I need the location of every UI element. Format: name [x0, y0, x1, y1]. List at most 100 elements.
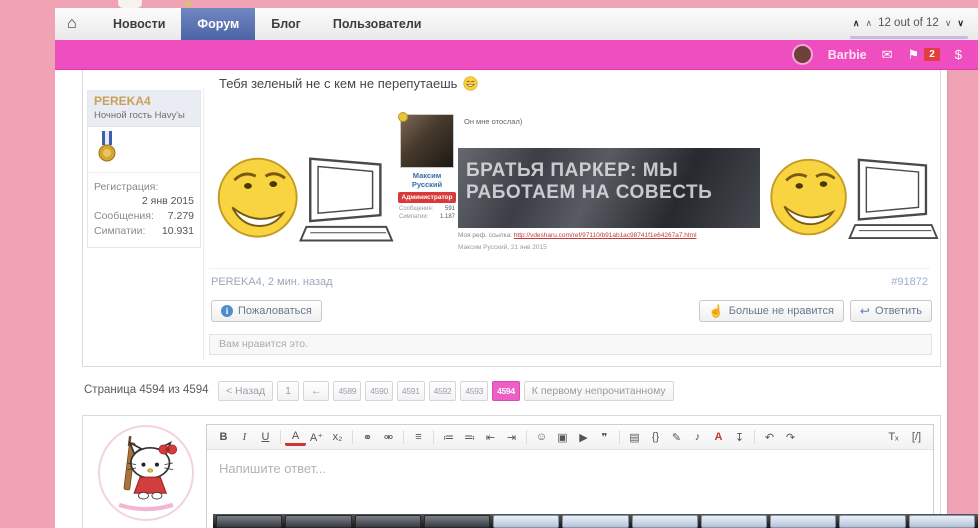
insert-link-icon[interactable]: ⚭: [357, 428, 378, 447]
alerts-icon[interactable]: ⚑: [908, 47, 920, 63]
toolbar-separator: [352, 430, 353, 444]
font-size-icon[interactable]: A⁺: [306, 428, 327, 447]
page-button[interactable]: 4589: [333, 381, 361, 401]
likes-bar[interactable]: Вам нравится это.: [209, 334, 932, 355]
banner-caption-line1: БРАТЬЯ ПАРКЕР: МЫ: [466, 160, 756, 182]
page-right-margin: [947, 70, 978, 528]
current-page-button[interactable]: 4594: [492, 381, 520, 401]
toggle-bbcode-icon[interactable]: [/]: [906, 428, 927, 447]
taskbar-window[interactable]: [770, 515, 836, 528]
result-counter-widget[interactable]: ∧ ∧ 12 out of 12 ∨ ∨: [853, 8, 964, 38]
taskbar-window[interactable]: [562, 515, 628, 528]
logged-in-username[interactable]: Barbie: [828, 48, 867, 62]
smilies-icon[interactable]: ☺: [531, 428, 552, 447]
hello-kitty-icon: [104, 431, 188, 515]
taskbar-window[interactable]: [493, 515, 559, 528]
unlike-button[interactable]: ☝ Больше не нравится: [699, 300, 844, 322]
taskbar-window[interactable]: [632, 515, 698, 528]
prev-page-button[interactable]: < Назад: [218, 381, 273, 401]
reply-button-label: Ответить: [875, 305, 922, 317]
author-title: Ночной гость Havy'ы: [94, 110, 194, 121]
tab-users[interactable]: Пользователи: [317, 8, 438, 40]
thumb-up-icon: ☝: [709, 304, 724, 318]
post-message-text: Тебя зеленый не с кем не перепутаешь: [219, 76, 478, 91]
insert-audio-icon[interactable]: ♪: [687, 428, 708, 447]
stat-label: Симпатии:: [399, 214, 428, 220]
taskbar-window[interactable]: [839, 515, 905, 528]
post-image[interactable]: Максим Русский Администратор Сообщения:5…: [209, 110, 939, 260]
save-draft-icon[interactable]: ↧: [729, 428, 750, 447]
tab-news[interactable]: Новости: [97, 8, 181, 40]
page-button[interactable]: 4592: [429, 381, 457, 401]
page-button[interactable]: 4590: [365, 381, 393, 401]
taskbar-window[interactable]: [355, 515, 421, 528]
underline-icon[interactable]: U: [255, 428, 276, 447]
code-icon[interactable]: {}: [645, 428, 666, 447]
font-icon[interactable]: A: [708, 428, 729, 447]
chevron-down-icon[interactable]: ∨: [957, 18, 964, 29]
user-avatar[interactable]: [792, 44, 813, 65]
text-align-icon[interactable]: ≡: [408, 428, 429, 447]
author-stat-row: Регистрация:2 янв 2015: [94, 181, 194, 207]
text-color-icon[interactable]: A: [285, 428, 306, 446]
jump-to-unread-button[interactable]: К первому непрочитанному: [524, 381, 674, 401]
taskbar-window[interactable]: [285, 515, 351, 528]
result-counter-label: 12 out of 12: [878, 17, 939, 29]
chevron-up-icon[interactable]: ∧: [853, 18, 860, 29]
stat-value: 1.187: [440, 214, 455, 220]
stat-value: 591: [445, 206, 455, 212]
quoted-message-text: Он мне отослал): [464, 117, 522, 126]
insert-quote-icon[interactable]: ❞: [594, 428, 615, 447]
page-button[interactable]: 4591: [397, 381, 425, 401]
undo-icon[interactable]: ↶: [759, 428, 780, 447]
chevron-down-icon[interactable]: ∨: [945, 18, 952, 29]
page-button[interactable]: 4593: [460, 381, 488, 401]
home-icon[interactable]: ⌂: [67, 8, 77, 40]
first-page-button[interactable]: 1: [277, 381, 299, 401]
inbox-icon[interactable]: ✉: [882, 47, 893, 63]
chevron-up-icon[interactable]: ∧: [865, 18, 872, 29]
alerts-badge[interactable]: 2: [924, 48, 940, 61]
insert-image-icon[interactable]: ▣: [552, 428, 573, 447]
report-button[interactable]: i Пожаловаться: [211, 300, 322, 322]
quoted-author-name[interactable]: Максим Русский: [398, 171, 456, 189]
stat-value: 2 янв 2015: [94, 195, 194, 207]
reply-input[interactable]: Напишите ответ...: [207, 450, 933, 487]
remove-format-icon[interactable]: Tₓ: [883, 428, 904, 447]
insert-media-icon[interactable]: ▶: [573, 428, 594, 447]
report-button-label: Пожаловаться: [238, 305, 312, 317]
referral-link[interactable]: http://vdesharu.com/ref/97110/b91ab1ac98…: [514, 232, 697, 239]
main-nav: ⌂ НовостиФорумБлогПользователи ∧ ∧ 12 ou…: [55, 8, 978, 41]
sub-sup-icon[interactable]: x₂: [327, 428, 348, 447]
toolbar-separator: [403, 430, 404, 444]
taskbar-window[interactable]: [909, 515, 975, 528]
tab-forum[interactable]: Форум: [181, 8, 255, 40]
draw-icon[interactable]: ✎: [666, 428, 687, 447]
taskbar-window[interactable]: [424, 515, 490, 528]
bold-icon[interactable]: B: [213, 428, 234, 447]
unlink-icon[interactable]: ⚮: [378, 428, 399, 447]
italic-icon[interactable]: I: [234, 428, 255, 447]
hello-kitty-avatar[interactable]: [98, 425, 194, 521]
spoiler-icon[interactable]: ▤: [624, 428, 645, 447]
page-range-arrow[interactable]: ←: [303, 381, 330, 401]
redo-icon[interactable]: ↷: [780, 428, 801, 447]
bullet-list-icon[interactable]: ≔: [438, 428, 459, 447]
tab-blog[interactable]: Блог: [255, 8, 317, 40]
author-panel: PEREKA4 Ночной гость Havy'ы Регистрация:…: [87, 90, 201, 248]
author-stats: Регистрация:2 янв 2015Сообщения:7.279Сим…: [88, 173, 200, 247]
referral-label: Моя реф. ссылка:: [458, 232, 512, 239]
outdent-icon[interactable]: ⇤: [480, 428, 501, 447]
reply-editor[interactable]: BIUAA⁺x₂⚭⚮≡≔≕⇤⇥☺▣▶❞▤{}✎♪A↧↶↷Tₓ[/] Напиши…: [206, 424, 934, 528]
author-username[interactable]: PEREKA4: [94, 94, 194, 108]
author-header: PEREKA4 Ночной гость Havy'ы: [88, 90, 200, 127]
reply-button[interactable]: ↩ Ответить: [850, 300, 932, 322]
post-author-timestamp[interactable]: PEREKA4, 2 мин. назад: [211, 276, 333, 288]
taskbar-window[interactable]: [701, 515, 767, 528]
taskbar-window[interactable]: [216, 515, 282, 528]
quoted-author-stats: Сообщения:591Симпатии:1.187: [398, 206, 456, 220]
donate-icon[interactable]: $: [955, 47, 962, 62]
post-number-link[interactable]: #91872: [891, 276, 928, 288]
indent-icon[interactable]: ⇥: [501, 428, 522, 447]
numbered-list-icon[interactable]: ≕: [459, 428, 480, 447]
